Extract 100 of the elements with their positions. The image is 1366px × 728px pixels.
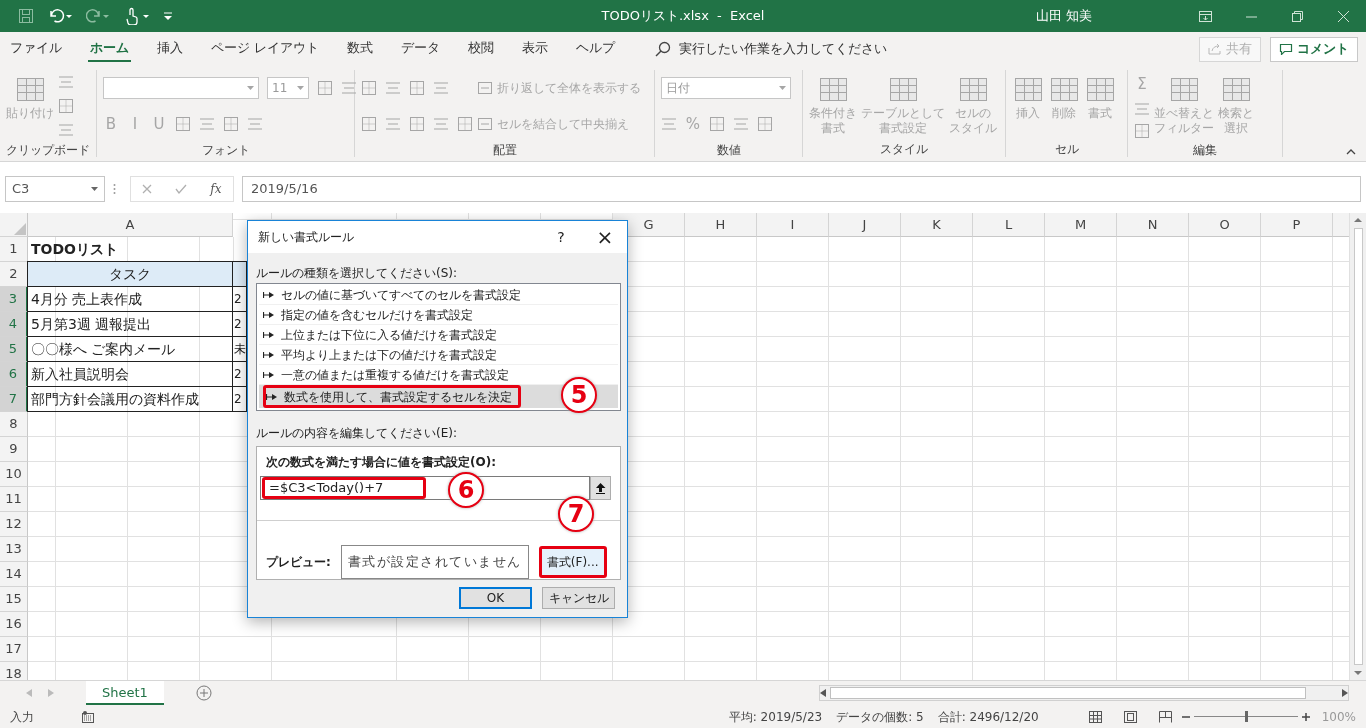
ribbon-tab[interactable]: 校閲: [466, 36, 497, 62]
page-break-icon[interactable]: [1158, 710, 1172, 723]
grid-icon[interactable]: [58, 98, 74, 114]
caret-icon[interactable]: [297, 85, 304, 90]
slider-thumb[interactable]: [1244, 711, 1248, 722]
ribbon-display-icon[interactable]: [1197, 8, 1213, 24]
scroll-left-icon[interactable]: [820, 689, 826, 697]
up-arrow-icon[interactable]: [595, 482, 606, 494]
collapse-ribbon-icon[interactable]: [1346, 149, 1356, 155]
save-icon[interactable]: [18, 8, 34, 24]
macro-record-icon[interactable]: [82, 710, 94, 723]
ribbon-tab[interactable]: ホーム: [88, 36, 131, 62]
row-header[interactable]: 13: [0, 537, 28, 562]
row-header[interactable]: 16: [0, 612, 28, 637]
lines-icon[interactable]: [58, 74, 74, 89]
customize-icon[interactable]: [164, 11, 172, 21]
row-header[interactable]: 10: [0, 462, 28, 487]
list-item[interactable]: セルの値に基づいてすべてのセルを書式設定: [259, 285, 618, 305]
grid-icon[interactable]: [175, 115, 191, 132]
grid-icon[interactable]: [361, 116, 377, 132]
scroll-down-icon[interactable]: [1354, 671, 1362, 676]
tell-me-field[interactable]: 実行したい作業を入力してください: [679, 39, 888, 59]
search-icon[interactable]: [655, 41, 672, 57]
cancel-icon[interactable]: [142, 183, 153, 194]
ribbon-tab[interactable]: ファイル: [8, 36, 64, 62]
check-icon[interactable]: [175, 183, 188, 194]
column-header[interactable]: L: [973, 213, 1045, 237]
column-header[interactable]: A: [28, 213, 233, 237]
caret-icon[interactable]: [779, 85, 786, 90]
restore-icon[interactable]: [1289, 8, 1305, 24]
lines-icon[interactable]: [661, 116, 677, 131]
ribbon-dropdown[interactable]: [103, 76, 259, 99]
row-header[interactable]: 1: [0, 237, 28, 262]
lines-icon[interactable]: [385, 81, 401, 95]
column-header[interactable]: P: [1261, 213, 1333, 237]
grid-icon[interactable]: [457, 116, 473, 132]
row-header[interactable]: 12: [0, 512, 28, 537]
lines-icon[interactable]: [341, 80, 357, 95]
sheet-tab[interactable]: Sheet1: [86, 681, 164, 705]
grid-icon[interactable]: [223, 115, 239, 132]
lines-icon[interactable]: [199, 116, 215, 131]
column-header[interactable]: M: [1045, 213, 1117, 237]
next-sheet-icon[interactable]: [48, 689, 54, 697]
row-header[interactable]: 7: [0, 387, 28, 412]
lines-icon[interactable]: [433, 81, 449, 95]
name-box[interactable]: C3: [5, 175, 105, 202]
lines-icon[interactable]: [385, 117, 401, 131]
insert-function-button[interactable]: fx: [210, 179, 222, 198]
row-header[interactable]: 11: [0, 487, 28, 512]
row-header[interactable]: 3: [0, 287, 28, 312]
format-button[interactable]: 書式(F)...: [538, 546, 607, 578]
row-header[interactable]: 2: [0, 262, 28, 287]
grid-icon[interactable]: [709, 115, 725, 132]
row-header[interactable]: 9: [0, 437, 28, 462]
row-header[interactable]: 6: [0, 362, 28, 387]
touch-mode-icon[interactable]: [124, 7, 150, 25]
lines-icon[interactable]: [247, 116, 263, 131]
lines-icon[interactable]: [733, 116, 749, 131]
page-layout-icon[interactable]: [1123, 710, 1137, 723]
column-header[interactable]: K: [901, 213, 973, 237]
scrollbar-thumb[interactable]: [830, 687, 1306, 699]
scrollbar-thumb[interactable]: [1353, 228, 1363, 665]
scroll-right-icon[interactable]: [1342, 689, 1348, 697]
ribbon-tab[interactable]: データ: [399, 36, 443, 62]
grid-icon[interactable]: [1134, 122, 1150, 139]
zoom-in-icon[interactable]: [1301, 712, 1310, 721]
undo-icon[interactable]: [48, 8, 72, 24]
lines-icon[interactable]: [1134, 102, 1150, 117]
lines-icon[interactable]: [433, 117, 449, 131]
normal-view-icon[interactable]: [1088, 710, 1102, 723]
list-item[interactable]: 平均より上または下の値だけを書式設定: [259, 345, 618, 365]
row-header[interactable]: 15: [0, 587, 28, 612]
ok-button[interactable]: OK: [459, 587, 532, 609]
list-item[interactable]: 指定の値を含むセルだけを書式設定: [259, 305, 618, 325]
row-header[interactable]: 4: [0, 312, 28, 337]
row-header[interactable]: 14: [0, 562, 28, 587]
row-header[interactable]: 8: [0, 412, 28, 437]
grid-icon[interactable]: [409, 80, 425, 96]
column-header[interactable]: J: [829, 213, 901, 237]
row-header[interactable]: 5: [0, 337, 28, 362]
scroll-up-icon[interactable]: [1354, 217, 1362, 222]
ribbon-tab[interactable]: 挿入: [155, 36, 185, 62]
lines-icon[interactable]: [58, 123, 74, 138]
caret-icon[interactable]: [247, 85, 254, 90]
row-header[interactable]: 18: [0, 662, 28, 680]
ribbon-tab[interactable]: ヘルプ: [574, 36, 618, 62]
grid-icon[interactable]: [317, 79, 333, 96]
formula-field[interactable]: 2019/5/16: [242, 175, 1361, 202]
redo-icon[interactable]: [86, 8, 110, 24]
column-header[interactable]: N: [1117, 213, 1189, 237]
add-sheet-icon[interactable]: [195, 685, 212, 701]
cancel-button[interactable]: キャンセル: [542, 587, 615, 609]
ribbon-tab[interactable]: ページ レイアウト: [209, 36, 322, 62]
column-header[interactable]: I: [757, 213, 829, 237]
ribbon-tab[interactable]: 数式: [345, 36, 376, 62]
grid-icon[interactable]: [409, 116, 425, 132]
list-item[interactable]: 上位または下位に入る値だけを書式設定: [259, 325, 618, 345]
ribbon-tab[interactable]: 表示: [520, 36, 551, 62]
grid-icon[interactable]: [757, 115, 773, 132]
row-header[interactable]: 17: [0, 637, 28, 662]
